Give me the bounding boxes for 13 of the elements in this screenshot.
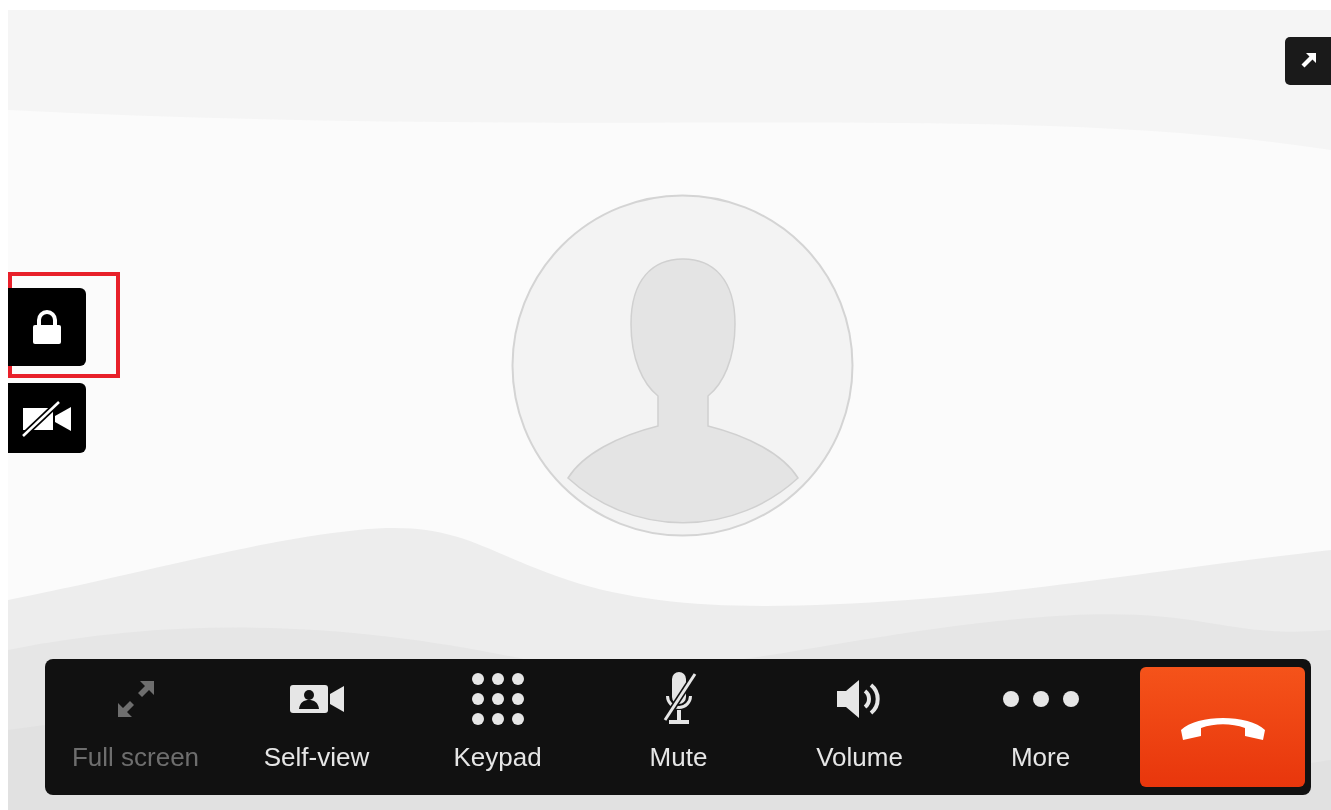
camera-off-button[interactable] [8,383,86,453]
toolbar-button[interactable]: Volume [769,659,950,795]
lock-icon [31,308,63,346]
more-dots-icon [1000,689,1081,709]
toolbar-button[interactable]: Self-view [226,659,407,795]
toolbar-button[interactable]: Mute [588,659,769,795]
hang-up-button[interactable] [1140,667,1305,787]
video-camera-icon [287,682,346,716]
toolbar-button[interactable]: Keypad [407,659,588,795]
lock-button[interactable] [8,288,86,366]
toolbar-button[interactable]: More [950,659,1131,795]
keypad-icon [469,671,526,727]
expand-button[interactable] [1285,37,1331,85]
